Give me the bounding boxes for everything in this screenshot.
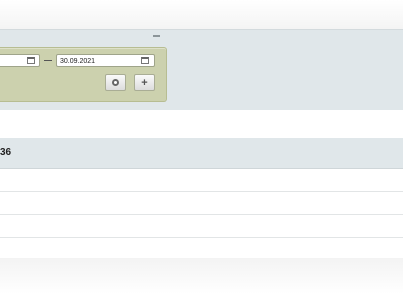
gear-icon: [112, 79, 119, 86]
table-header-text: 36: [0, 147, 12, 158]
settings-button[interactable]: [105, 74, 126, 91]
table-row[interactable]: [0, 192, 403, 215]
collapse-icon[interactable]: [153, 35, 160, 37]
table-header-row: [0, 138, 403, 169]
plus-icon: +: [141, 76, 148, 89]
bottom-shadow: [0, 258, 403, 294]
table-row[interactable]: [0, 169, 403, 192]
calendar-icon[interactable]: [141, 57, 149, 64]
range-dash: [44, 60, 52, 61]
table-row[interactable]: [0, 215, 403, 238]
add-button[interactable]: +: [134, 74, 155, 91]
top-band: [0, 0, 403, 29]
calendar-icon[interactable]: [27, 57, 35, 64]
